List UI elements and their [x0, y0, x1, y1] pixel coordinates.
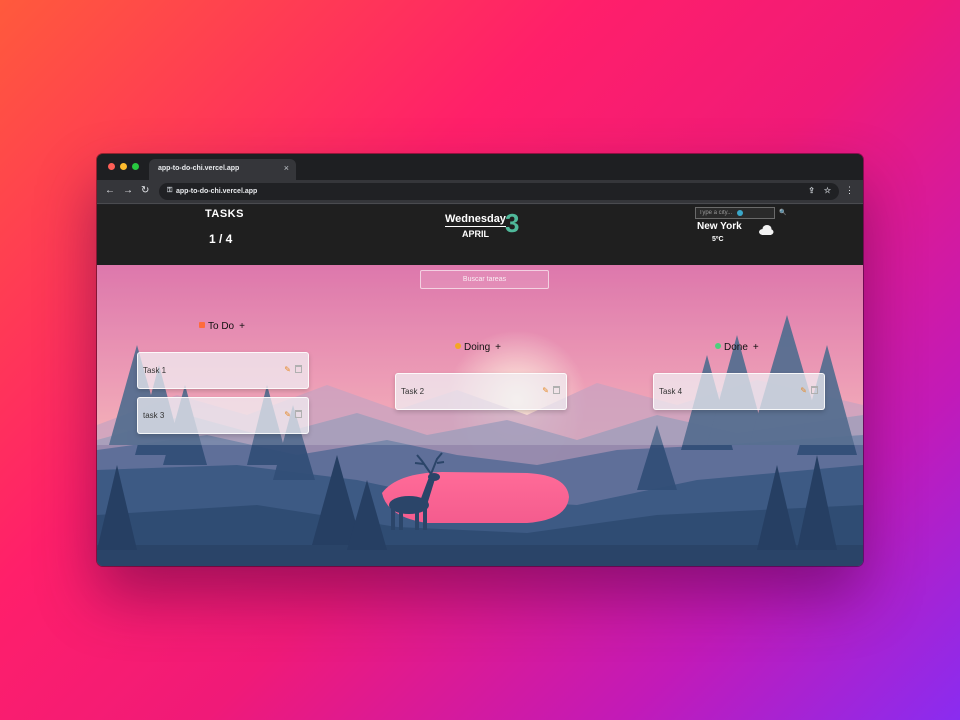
browser-tab[interactable]: app-to-do-chi.vercel.app ×: [149, 159, 296, 180]
browser-window: app-to-do-chi.vercel.app × ← → ↻ ⚿ app-t…: [97, 154, 863, 566]
location-dot-icon: [737, 210, 743, 216]
status-dot-icon: [455, 343, 461, 349]
tab-close-icon[interactable]: ×: [284, 163, 289, 173]
tab-title: app-to-do-chi.vercel.app: [158, 165, 240, 172]
edit-icon[interactable]: ✎: [542, 386, 549, 395]
edit-icon[interactable]: ✎: [800, 386, 807, 395]
back-arrow-icon[interactable]: ←: [105, 185, 115, 197]
status-dot-icon: [199, 322, 205, 328]
lock-icon: ⚿: [167, 187, 173, 194]
task-title: Task 2: [401, 387, 425, 396]
task-card[interactable]: Task 4 ✎: [653, 373, 825, 410]
close-window-button[interactable]: [108, 163, 115, 170]
column-title: To Do: [208, 321, 235, 332]
cloud-icon: [759, 225, 774, 235]
column-header: To Do +: [199, 321, 245, 332]
tasks-count: 1 / 4: [209, 232, 233, 246]
edit-icon[interactable]: ✎: [284, 365, 291, 374]
status-dot-icon: [715, 343, 721, 349]
column-title: Doing: [464, 342, 491, 353]
task-search-input[interactable]: [420, 270, 549, 289]
city-input[interactable]: [695, 207, 775, 219]
add-task-button[interactable]: +: [753, 342, 759, 353]
maximize-window-button[interactable]: [132, 163, 139, 170]
share-icon[interactable]: ⇪: [808, 186, 815, 195]
minimize-window-button[interactable]: [120, 163, 127, 170]
task-title: Task 1: [143, 366, 167, 375]
browser-menu-icon[interactable]: ⋮: [845, 185, 854, 196]
column-title: Done: [724, 342, 748, 353]
edit-icon[interactable]: ✎: [284, 410, 291, 419]
trash-icon[interactable]: [295, 410, 302, 418]
forward-arrow-icon[interactable]: →: [123, 185, 133, 197]
add-task-button[interactable]: +: [239, 321, 245, 332]
temperature: 5ºC: [712, 236, 724, 243]
trash-icon[interactable]: [295, 365, 302, 373]
city-search-icon[interactable]: 🔍: [779, 209, 786, 216]
task-card[interactable]: Task 2 ✎: [395, 373, 567, 410]
task-card[interactable]: task 3 ✎: [137, 397, 309, 434]
column-header: Doing +: [455, 342, 501, 353]
background-scene: To Do + Task 1 ✎ task 3 ✎ Doing +: [97, 265, 863, 566]
trash-icon[interactable]: [811, 386, 818, 394]
task-title: Task 4: [659, 387, 683, 396]
column-header: Done +: [715, 342, 759, 353]
page-viewport: TASKS 1 / 4 Wednesday APRIL 3 🔍 New York…: [97, 205, 863, 566]
add-task-button[interactable]: +: [495, 342, 501, 353]
app-header: TASKS 1 / 4 Wednesday APRIL 3 🔍 New York…: [97, 205, 863, 265]
month-name: APRIL: [462, 229, 489, 239]
day-number: 3: [505, 208, 520, 238]
address-bar[interactable]: ⚿ app-to-do-chi.vercel.app ⇪ ☆: [159, 183, 839, 200]
browser-toolbar: ← → ↻ ⚿ app-to-do-chi.vercel.app ⇪ ☆ ⋮: [97, 180, 863, 204]
task-card[interactable]: Task 1 ✎: [137, 352, 309, 389]
city-name: New York: [697, 221, 742, 232]
url-text: app-to-do-chi.vercel.app: [176, 188, 258, 195]
tab-bar: app-to-do-chi.vercel.app ×: [97, 154, 863, 180]
day-name: Wednesday: [445, 213, 506, 227]
reload-icon[interactable]: ↻: [141, 185, 149, 197]
trash-icon[interactable]: [553, 386, 560, 394]
tasks-title: TASKS: [205, 208, 244, 220]
bookmark-star-icon[interactable]: ☆: [824, 186, 831, 195]
task-title: task 3: [143, 411, 165, 420]
